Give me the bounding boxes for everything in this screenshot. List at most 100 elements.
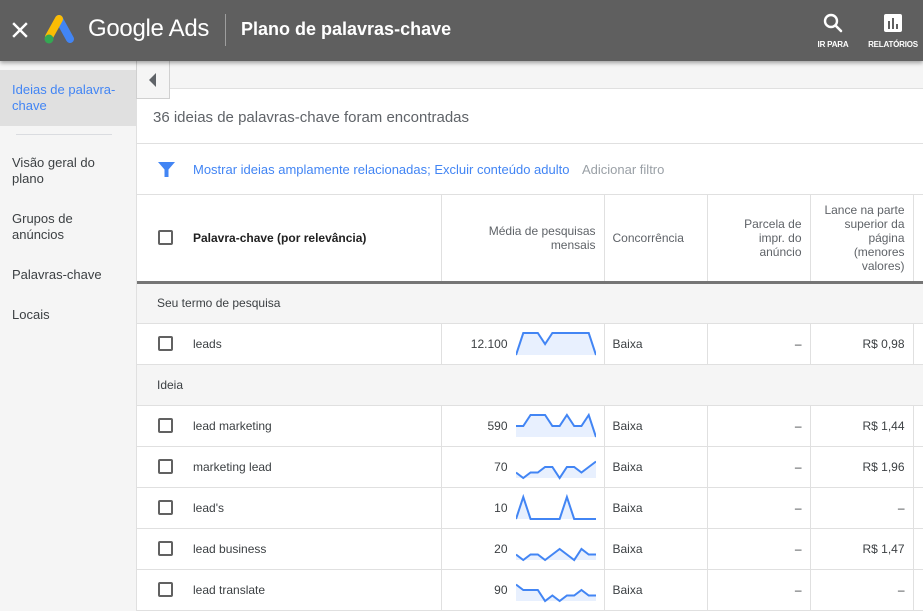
column-header-keyword[interactable]: Palavra-chave (por relevância): [137, 195, 442, 284]
competition-cell: Baixa: [604, 528, 708, 570]
column-header-more: [913, 195, 923, 284]
sidebar-item-locations[interactable]: Locais: [0, 307, 136, 323]
trend-sparkline[interactable]: [515, 330, 596, 358]
column-header-impr-share[interactable]: Parcela de impr. do anúncio: [707, 195, 811, 284]
avg-searches-cell: 10: [441, 487, 605, 529]
row-checkbox[interactable]: [158, 417, 173, 433]
impr-share-cell: –: [707, 446, 811, 488]
keyword-row: lead translate 90 Baixa – –: [137, 569, 923, 611]
row-checkbox[interactable]: [158, 581, 173, 597]
column-header-top-bid-low[interactable]: Lance na parte superior da página (menor…: [810, 195, 914, 284]
section-header-row: Ideia: [137, 364, 923, 406]
filter-icon[interactable]: [158, 161, 175, 178]
section-label: Ideia: [137, 364, 923, 406]
keyword-cell: lead marketing: [137, 405, 442, 447]
keyword-cell: lead translate: [137, 569, 442, 611]
table-header-row: Palavra-chave (por relevância) Média de …: [137, 195, 923, 284]
top-bid-low-cell: R$ 1,47: [810, 528, 914, 570]
keyword-row: lead marketing 590 Baixa – R$ 1,44: [137, 405, 923, 447]
chevron-left-icon: [149, 72, 156, 87]
extra-cell: [913, 487, 923, 529]
go-to-label: IR PARA: [817, 40, 849, 49]
extra-cell: [913, 446, 923, 488]
sub-toolbar: [136, 61, 923, 89]
keyword-text: leads: [193, 336, 222, 351]
sidebar-item-keyword-ideas[interactable]: Ideias de palavra-chave: [0, 70, 136, 126]
select-all-checkbox[interactable]: [158, 229, 173, 245]
sidebar-item-label: Ideias de palavra-chave: [12, 82, 116, 113]
trend-sparkline[interactable]: [515, 576, 596, 604]
top-bid-low-cell: R$ 0,98: [810, 323, 914, 365]
keyword-text: lead marketing: [193, 418, 272, 433]
impr-share-cell: –: [707, 528, 811, 570]
competition-cell: Baixa: [604, 323, 708, 365]
sidebar-item-label: Palavras-chave: [12, 267, 102, 282]
keyword-ideas-panel: 36 ideias de palavras-chave foram encont…: [136, 89, 923, 611]
avg-searches-value: 10: [494, 500, 508, 515]
avg-searches-cell: 12.100: [441, 323, 605, 365]
sidebar: Ideias de palavra-chave Visão geral do p…: [0, 61, 136, 611]
keyword-row: marketing lead 70 Baixa – R$ 1,96: [137, 446, 923, 488]
top-bid-low-cell: R$ 1,44: [810, 405, 914, 447]
row-checkbox[interactable]: [158, 458, 173, 474]
keyword-row: lead business 20 Baixa – R$ 1,47: [137, 528, 923, 570]
reports-button[interactable]: RELATÓRIOS: [863, 12, 923, 49]
impr-share-cell: –: [707, 569, 811, 611]
keyword-text: marketing lead: [193, 459, 272, 474]
avg-searches-cell: 590: [441, 405, 605, 447]
competition-cell: Baixa: [604, 569, 708, 611]
trend-sparkline[interactable]: [515, 453, 596, 481]
keyword-cell: lead business: [137, 528, 442, 570]
keyword-row: leads 12.100 Baixa – R$ 0,98: [137, 323, 923, 365]
column-header-avg-searches[interactable]: Média de pesquisas mensais: [441, 195, 605, 284]
trend-sparkline[interactable]: [515, 535, 596, 563]
column-header-competition[interactable]: Concorrência: [604, 195, 708, 284]
sidebar-item-keywords[interactable]: Palavras-chave: [0, 267, 136, 283]
collapse-sidebar-button[interactable]: [136, 61, 170, 99]
page-title: Plano de palavras-chave: [241, 19, 452, 39]
keyword-text: lead's: [193, 500, 224, 515]
top-bid-low-cell: –: [810, 569, 914, 611]
search-icon: [823, 13, 843, 33]
top-bid-low-cell: R$ 1,96: [810, 446, 914, 488]
keyword-cell: lead's: [137, 487, 442, 529]
bar-chart-icon: [884, 14, 902, 32]
sidebar-item-ad-groups[interactable]: Grupos de anúncios: [0, 211, 136, 243]
extra-cell: [913, 323, 923, 365]
keyword-text: lead translate: [193, 582, 266, 597]
filter-bar: Mostrar ideias amplamente relacionadas; …: [137, 143, 923, 195]
row-checkbox[interactable]: [158, 335, 173, 351]
keyword-cell: leads: [137, 323, 442, 365]
sidebar-item-plan-overview[interactable]: Visão geral do plano: [0, 155, 136, 187]
add-filter-link[interactable]: Adicionar filtro: [582, 162, 664, 177]
sidebar-divider: [16, 134, 112, 135]
top-bid-low-cell: –: [810, 487, 914, 529]
impr-share-cell: –: [707, 405, 811, 447]
trend-sparkline[interactable]: [515, 412, 596, 440]
competition-cell: Baixa: [604, 487, 708, 529]
sidebar-item-label: Visão geral do plano: [12, 155, 95, 186]
go-to-button[interactable]: IR PARA: [803, 12, 863, 49]
row-checkbox[interactable]: [158, 499, 173, 515]
close-button[interactable]: [9, 19, 31, 41]
avg-searches-cell: 20: [441, 528, 605, 570]
row-checkbox[interactable]: [158, 540, 173, 556]
extra-cell: [913, 405, 923, 447]
avg-searches-value: 590: [487, 418, 508, 433]
results-count-text: 36 ideias de palavras-chave foram encont…: [153, 109, 470, 126]
avg-searches-value: 90: [494, 582, 508, 597]
keyword-cell: marketing lead: [137, 446, 442, 488]
keyword-row: lead's 10 Baixa – –: [137, 487, 923, 529]
avg-searches-cell: 70: [441, 446, 605, 488]
trend-sparkline[interactable]: [515, 493, 596, 522]
keyword-ideas-table: Palavra-chave (por relevância) Média de …: [137, 195, 923, 611]
competition-cell: Baixa: [604, 405, 708, 447]
brand-name: Google Ads: [88, 15, 210, 42]
avg-searches-value: 70: [494, 459, 508, 474]
avg-searches-cell: 90: [441, 569, 605, 611]
brand-divider: [225, 14, 226, 46]
impr-share-cell: –: [707, 487, 811, 529]
active-filters-link[interactable]: Mostrar ideias amplamente relacionadas; …: [193, 162, 569, 177]
keyword-text: lead business: [193, 541, 267, 556]
sidebar-item-label: Locais: [12, 307, 50, 322]
